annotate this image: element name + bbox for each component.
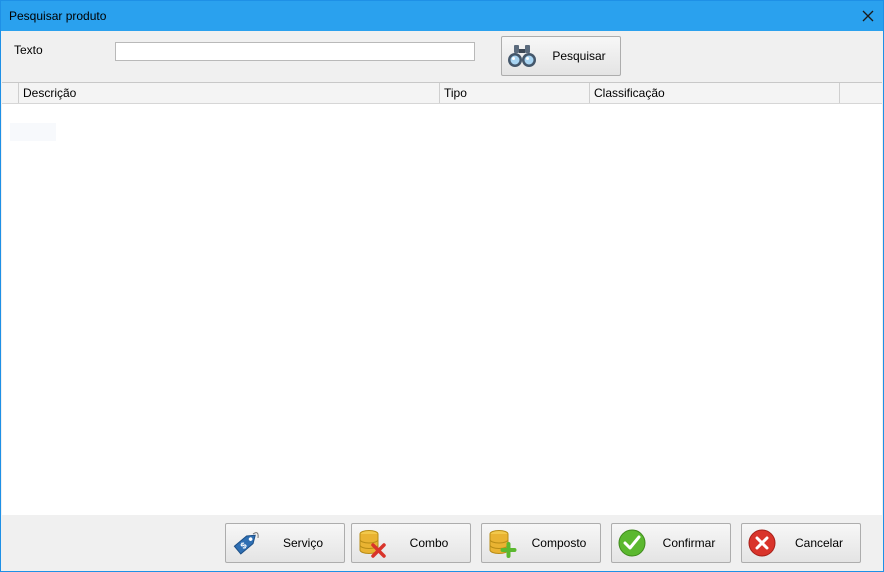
database-add-icon xyxy=(486,528,518,558)
results-grid[interactable]: Descrição Tipo Classificação xyxy=(2,82,882,516)
texto-label: Texto xyxy=(14,43,43,57)
price-tag-icon: $ xyxy=(230,528,262,558)
search-input[interactable] xyxy=(115,42,475,61)
footer-bar: $ Serviço Combo Composto Confirmar Cance… xyxy=(1,515,883,571)
combo-button[interactable]: Combo xyxy=(351,523,471,563)
checkmark-icon xyxy=(616,528,648,558)
composto-button[interactable]: Composto xyxy=(481,523,601,563)
title-bar: Pesquisar produto xyxy=(1,1,883,31)
pesquisar-button[interactable]: Pesquisar xyxy=(501,36,621,76)
row-indicator-header xyxy=(2,83,18,103)
binoculars-icon xyxy=(506,41,538,71)
empty-row-placeholder xyxy=(10,123,56,141)
confirmar-button-label: Confirmar xyxy=(662,536,716,550)
pesquisar-button-label: Pesquisar xyxy=(552,49,606,63)
search-row: Texto xyxy=(1,31,883,81)
servico-button-label: Serviço xyxy=(282,536,323,550)
database-delete-icon xyxy=(356,528,388,558)
grid-header: Descrição Tipo Classificação xyxy=(2,83,882,104)
combo-button-label: Combo xyxy=(409,536,449,550)
servico-button[interactable]: $ Serviço xyxy=(225,523,345,563)
column-header-descricao[interactable]: Descrição xyxy=(18,83,439,103)
column-header-tipo[interactable]: Tipo xyxy=(439,83,589,103)
window-title: Pesquisar produto xyxy=(9,9,107,23)
column-header-filler xyxy=(839,83,882,103)
composto-button-label: Composto xyxy=(531,536,587,550)
cancelar-button[interactable]: Cancelar xyxy=(741,523,861,563)
cancel-icon xyxy=(746,528,778,558)
column-header-classificacao[interactable]: Classificação xyxy=(589,83,839,103)
confirmar-button[interactable]: Confirmar xyxy=(611,523,731,563)
close-icon xyxy=(862,10,874,22)
cancelar-button-label: Cancelar xyxy=(794,536,844,550)
close-button[interactable] xyxy=(853,1,883,31)
dialog-window: Pesquisar produto Texto Pesquisar Descri… xyxy=(0,0,884,572)
